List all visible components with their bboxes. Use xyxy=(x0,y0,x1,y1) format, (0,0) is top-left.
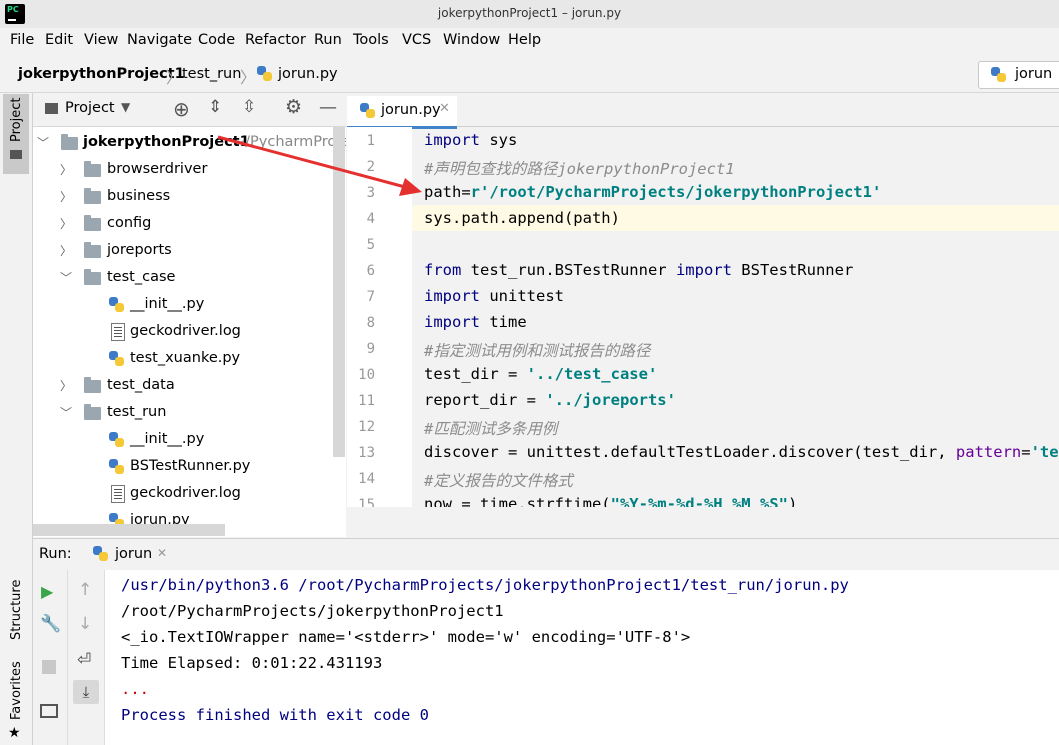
scroll-to-end-icon[interactable]: ⤓ xyxy=(73,680,99,704)
run-toolbar-primary: ▶ 🔧 xyxy=(33,570,68,745)
run-panel-header: Run: jorun ✕ xyxy=(33,538,1059,570)
python-icon xyxy=(93,546,109,562)
run-console[interactable]: /usr/bin/python3.6 /root/PycharmProjects… xyxy=(105,570,1059,745)
console-line: Time Elapsed: 0:01:22.431193 xyxy=(121,654,383,672)
console-line: Process finished with exit code 0 xyxy=(121,706,429,724)
console-line: /root/PycharmProjects/jokerpythonProject… xyxy=(121,602,504,620)
run-tab-jorun[interactable]: jorun xyxy=(115,546,152,562)
layout-icon[interactable] xyxy=(40,704,58,718)
arrow-down-icon[interactable]: ↓ xyxy=(78,614,98,634)
console-line: <_io.TextIOWrapper name='<stderr>' mode=… xyxy=(121,628,691,646)
arrow-up-icon[interactable]: ↑ xyxy=(78,580,98,600)
rerun-icon[interactable]: ▶ xyxy=(41,582,61,602)
run-toolbar-secondary: ↑ ↓ ⏎ ⤓ xyxy=(68,570,105,745)
wrench-icon[interactable]: 🔧 xyxy=(40,614,61,634)
console-line: /usr/bin/python3.6 /root/PycharmProjects… xyxy=(121,576,849,594)
run-label: Run: xyxy=(39,546,72,562)
close-icon[interactable]: ✕ xyxy=(157,546,167,560)
stop-icon[interactable] xyxy=(42,660,56,674)
console-line: ... xyxy=(121,680,149,698)
soft-wrap-icon[interactable]: ⏎ xyxy=(77,650,97,670)
